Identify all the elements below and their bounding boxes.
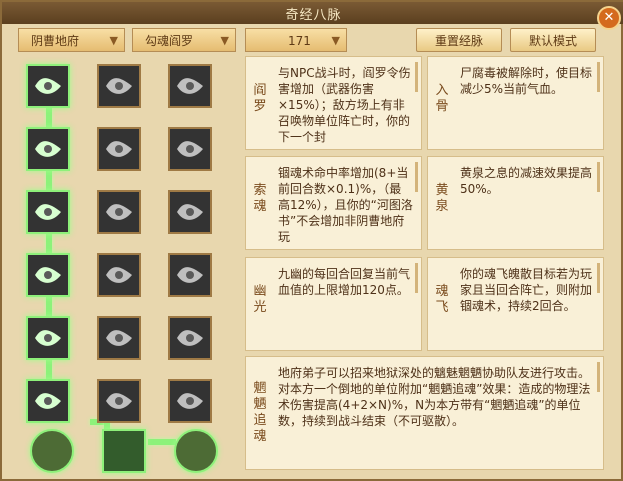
card-scrollbar[interactable] <box>415 162 418 192</box>
card-label: 魍魉追魂 <box>253 381 267 444</box>
flame-icon[interactable] <box>168 316 212 360</box>
default-mode-button[interactable]: 默认模式 <box>510 28 596 52</box>
card-text: 九幽的每回合回复当前气血值的上限增加120点。 <box>278 267 411 297</box>
hand-icon[interactable] <box>168 379 212 423</box>
open-book-icon[interactable] <box>102 429 146 473</box>
arrows-icon[interactable] <box>168 127 212 171</box>
school-label: 勾魂阎罗 <box>145 34 194 48</box>
glyph-icon[interactable] <box>97 127 141 171</box>
chevron-down-icon: ▼ <box>109 34 118 47</box>
swirl-icon[interactable] <box>26 190 70 234</box>
scatter-icon[interactable] <box>97 190 141 234</box>
card-scrollbar[interactable] <box>597 62 600 92</box>
talent-card[interactable]: 阎罗 与NPC战斗时，阎罗令伤害增加（武器伤害×15%）；敌方场上有非召唤物单位阵… <box>245 56 422 150</box>
card-scrollbar[interactable] <box>597 162 600 192</box>
active-path-connector <box>148 439 176 445</box>
chevron-down-icon: ▼ <box>331 34 340 47</box>
card-text: 尸腐毒被解除时，使目标减少5%当前气血。 <box>460 66 593 96</box>
wave-icon[interactable] <box>97 379 141 423</box>
card-label: 幽光 <box>253 284 267 315</box>
coil-icon[interactable] <box>26 253 70 297</box>
reset-meridian-button[interactable]: 重置经脉 <box>416 28 502 52</box>
sect-label: 阴曹地府 <box>31 34 80 48</box>
card-text: 黄泉之息的减速效果提高50%。 <box>460 166 593 196</box>
card-scrollbar[interactable] <box>415 62 418 92</box>
talent-card[interactable]: 魂飞 你的魂飞魄散目标若为玩家且当回合阵亡，则附加锢魂术，持续2回合。 <box>427 257 604 351</box>
level-dropdown[interactable]: 171 ▼ <box>245 28 347 52</box>
spiral-orb-icon[interactable] <box>174 429 218 473</box>
card-label: 黄泉 <box>435 183 449 214</box>
running-figure-icon[interactable] <box>168 64 212 108</box>
meridian-window: 奇经八脉 ✕ 阴曹地府 ▼ 勾魂阎罗 ▼ 171 ▼ 重置经脉 默认模式 阎罗与… <box>0 0 623 481</box>
ghost-icon[interactable] <box>168 190 212 234</box>
talent-card[interactable]: 入骨 尸腐毒被解除时，使目标减少5%当前气血。 <box>427 56 604 150</box>
crescent-icon[interactable] <box>168 253 212 297</box>
scroll-icon[interactable] <box>26 316 70 360</box>
card-scrollbar[interactable] <box>597 263 600 293</box>
card-text: 地府弟子可以招来地狱深处的魑魅魍魉协助队友进行攻击。对本方一个倒地的单位附加“魍… <box>278 366 591 428</box>
talent-card[interactable]: 索魂 锢魂术命中率增加(8+当前回合数×0.1)%，（最高12%），且你的“河图洛… <box>245 156 422 250</box>
talent-card[interactable]: 幽光 九幽的每回合回复当前气血值的上限增加120点。 <box>245 257 422 351</box>
card-text: 与NPC战斗时，阎罗令伤害增加（武器伤害×15%）；敌方场上有非召唤物单位阵亡时… <box>278 66 411 144</box>
card-label: 阎罗 <box>253 83 267 114</box>
spiral-orb-icon[interactable] <box>30 429 74 473</box>
card-scrollbar[interactable] <box>597 362 600 392</box>
talent-card[interactable]: 黄泉 黄泉之息的减速效果提高50%。 <box>427 156 604 250</box>
talent-card[interactable]: 魍魉追魂 地府弟子可以招来地狱深处的魑魅魍魉协助队友进行攻击。对本方一个倒地的单位… <box>245 356 604 470</box>
close-icon[interactable]: ✕ <box>597 6 621 30</box>
window-title: 奇经八脉 <box>285 8 342 23</box>
dagger-icon[interactable] <box>26 127 70 171</box>
sect-dropdown[interactable]: 阴曹地府 ▼ <box>18 28 125 52</box>
title-bar: 奇经八脉 ✕ <box>2 2 623 30</box>
serpent-icon[interactable] <box>26 379 70 423</box>
demon-head-icon[interactable] <box>26 64 70 108</box>
beast-icon[interactable] <box>97 253 141 297</box>
card-text: 你的魂飞魄散目标若为玩家且当回合阵亡，则附加锢魂术，持续2回合。 <box>460 267 593 313</box>
wind-swirl-icon[interactable] <box>97 64 141 108</box>
school-dropdown[interactable]: 勾魂阎罗 ▼ <box>132 28 236 52</box>
card-scrollbar[interactable] <box>415 263 418 293</box>
card-label: 魂飞 <box>435 284 449 315</box>
skill-grid <box>20 59 235 473</box>
level-label: 171 <box>288 34 311 48</box>
card-label: 索魂 <box>253 183 267 214</box>
knot-icon[interactable] <box>97 316 141 360</box>
chevron-down-icon: ▼ <box>220 34 229 47</box>
card-label: 入骨 <box>435 83 449 114</box>
card-text: 锢魂术命中率增加(8+当前回合数×0.1)%，（最高12%），且你的“河图洛书”… <box>278 166 413 244</box>
